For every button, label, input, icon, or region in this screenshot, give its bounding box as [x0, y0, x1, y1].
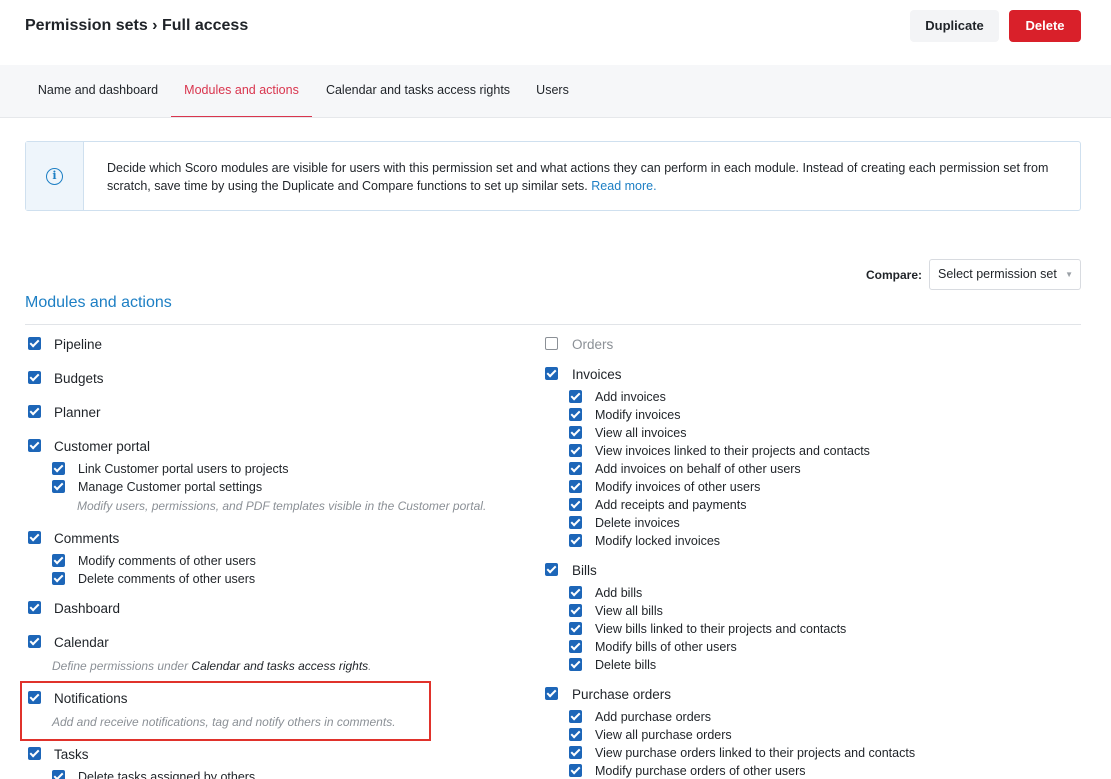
cp-link-users-label: Link Customer portal users to projects [78, 462, 289, 476]
duplicate-button[interactable]: Duplicate [910, 10, 999, 42]
compare-select-value: Select permission set [938, 267, 1057, 281]
purchase-orders-checkbox[interactable] [545, 687, 558, 700]
calendar-hint-link[interactable]: Calendar and tasks access rights [191, 659, 368, 673]
tab-users[interactable]: Users [524, 65, 581, 117]
calendar-label: Calendar [54, 635, 109, 650]
comments-checkbox[interactable] [28, 531, 41, 544]
comments-modify-checkbox[interactable] [52, 554, 65, 567]
compare-label: Compare: [866, 268, 923, 282]
cp-manage-settings-label: Manage Customer portal settings [78, 480, 263, 494]
invoice-permission-checkbox[interactable] [569, 480, 582, 493]
top-bar: Permission sets › Full access Duplicate … [0, 0, 1111, 64]
invoice-permission-label: Add invoices on behalf of other users [595, 462, 801, 476]
tab-bar: Name and dashboard Modules and actions C… [0, 65, 1111, 118]
dashboard-label: Dashboard [54, 601, 121, 616]
notifications-highlight [20, 681, 431, 741]
po-permission-checkbox[interactable] [569, 710, 582, 723]
invoice-permission-checkbox[interactable] [569, 408, 582, 421]
calendar-hint: Define permissions under Calendar and ta… [52, 659, 372, 673]
pipeline-checkbox[interactable] [28, 337, 41, 350]
compare-select[interactable]: Select permission set ▼ [929, 259, 1081, 290]
planner-label: Planner [54, 405, 101, 420]
orders-checkbox[interactable] [545, 337, 558, 350]
po-permission-checkbox[interactable] [569, 728, 582, 741]
bill-permission-checkbox[interactable] [569, 586, 582, 599]
info-circle-icon: i [46, 168, 63, 185]
customer-portal-label: Customer portal [54, 439, 151, 454]
bill-permission-label: Add bills [595, 586, 643, 600]
invoice-permission-label: Modify invoices [595, 408, 681, 422]
info-banner: i Decide which Scoro modules are visible… [25, 141, 1081, 211]
po-permission-checkbox[interactable] [569, 746, 582, 759]
invoice-permission-checkbox[interactable] [569, 444, 582, 457]
bill-permission-label: Modify bills of other users [595, 640, 737, 654]
pipeline-label: Pipeline [54, 337, 103, 352]
section-title: Modules and actions [25, 294, 172, 311]
tasks-checkbox[interactable] [28, 747, 41, 760]
comments-delete-label: Delete comments of other users [78, 572, 256, 586]
invoice-permission-label: View all invoices [595, 426, 687, 440]
invoice-permission-label: Add receipts and payments [595, 498, 747, 512]
bill-permission-checkbox[interactable] [569, 658, 582, 671]
info-icon-box: i [26, 142, 84, 210]
page-title: Permission sets › Full access [25, 17, 249, 34]
invoice-permission-label: Delete invoices [595, 516, 680, 530]
tasks-delete-label: Delete tasks assigned by others [78, 770, 256, 779]
section-divider [25, 324, 1081, 325]
invoice-permission-label: Add invoices [595, 390, 666, 404]
invoice-permission-checkbox[interactable] [569, 534, 582, 547]
comments-label: Comments [54, 531, 120, 546]
tab-name-and-dashboard[interactable]: Name and dashboard [25, 65, 171, 117]
info-description: Decide which Scoro modules are visible f… [107, 161, 1049, 193]
invoice-permission-label: View invoices linked to their projects a… [595, 444, 870, 458]
info-text: Decide which Scoro modules are visible f… [107, 159, 1062, 195]
tab-calendar-and-tasks-access-rights[interactable]: Calendar and tasks access rights [312, 65, 524, 117]
invoice-permission-checkbox[interactable] [569, 462, 582, 475]
invoice-permission-checkbox[interactable] [569, 498, 582, 511]
bill-permission-checkbox[interactable] [569, 640, 582, 653]
tasks-label: Tasks [54, 747, 89, 762]
po-permission-label: Add purchase orders [595, 710, 712, 724]
invoice-permission-label: Modify invoices of other users [595, 480, 761, 494]
bills-label: Bills [572, 563, 597, 578]
invoice-permission-label: Modify locked invoices [595, 534, 721, 548]
purchase-orders-label: Purchase orders [572, 687, 672, 702]
invoice-permission-checkbox[interactable] [569, 516, 582, 529]
po-permission-label: View purchase orders linked to their pro… [595, 746, 916, 760]
cp-link-users-checkbox[interactable] [52, 462, 65, 475]
read-more-link[interactable]: Read more. [591, 179, 656, 193]
chevron-down-icon: ▼ [1065, 270, 1073, 279]
customer-portal-checkbox[interactable] [28, 439, 41, 452]
orders-label: Orders [572, 337, 614, 352]
comments-delete-checkbox[interactable] [52, 572, 65, 585]
planner-checkbox[interactable] [28, 405, 41, 418]
tasks-delete-checkbox[interactable] [52, 770, 65, 779]
invoices-label: Invoices [572, 367, 622, 382]
calendar-hint-suffix: . [368, 659, 372, 673]
calendar-hint-prefix: Define permissions under [52, 659, 192, 673]
bill-permission-label: View all bills [595, 604, 663, 618]
po-permission-label: Modify purchase orders of other users [595, 764, 806, 778]
cp-hint: Modify users, permissions, and PDF templ… [77, 499, 487, 513]
bill-permission-label: View bills linked to their projects and … [595, 622, 847, 636]
bill-permission-label: Delete bills [595, 658, 657, 672]
po-permission-checkbox[interactable] [569, 764, 582, 777]
comments-modify-label: Modify comments of other users [78, 554, 256, 568]
bills-checkbox[interactable] [545, 563, 558, 576]
bill-permission-checkbox[interactable] [569, 622, 582, 635]
po-permission-label: View all purchase orders [595, 728, 732, 742]
invoices-checkbox[interactable] [545, 367, 558, 380]
bill-permission-checkbox[interactable] [569, 604, 582, 617]
delete-button[interactable]: Delete [1009, 10, 1081, 42]
budgets-checkbox[interactable] [28, 371, 41, 384]
invoice-permission-checkbox[interactable] [569, 426, 582, 439]
calendar-checkbox[interactable] [28, 635, 41, 648]
tab-modules-and-actions[interactable]: Modules and actions [171, 65, 312, 117]
budgets-label: Budgets [54, 371, 104, 386]
invoice-permission-checkbox[interactable] [569, 390, 582, 403]
dashboard-checkbox[interactable] [28, 601, 41, 614]
cp-manage-settings-checkbox[interactable] [52, 480, 65, 493]
